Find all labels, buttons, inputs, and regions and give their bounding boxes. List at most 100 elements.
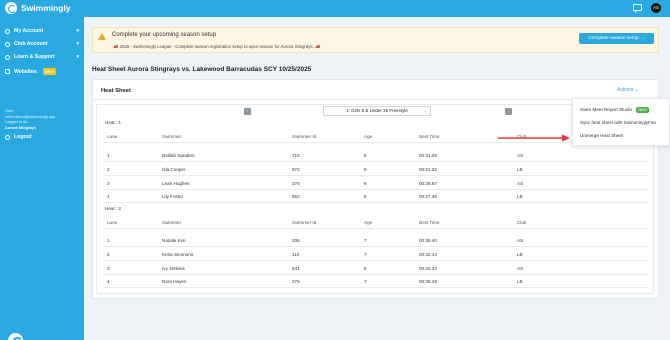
chevron-down-icon: ⌄ (423, 108, 427, 113)
column-header: Lane (107, 220, 118, 225)
sidebar-item-learn-support[interactable]: Learn & Support ▾ (5, 54, 79, 60)
chevron-down-icon: ▾ (76, 54, 79, 60)
banner-title: Complete your upcoming season setup (112, 32, 217, 38)
top-bar: Swimmingly AS (0, 0, 670, 17)
swimmingly-logo-icon (5, 2, 17, 14)
users-icon (5, 41, 10, 47)
age-cell: 8 (364, 194, 367, 199)
sidebar-item-websites[interactable]: Websites NEW (5, 68, 79, 75)
best-time-cell: 00:36.18 (419, 279, 437, 284)
new-badge: NEW (42, 68, 57, 75)
logout-button[interactable]: Logout (5, 134, 79, 140)
help-icon (5, 54, 10, 60)
page-title: Heat Sheet Aurora Stingrays vs. Lakewood… (92, 66, 312, 73)
avatar[interactable]: AS (651, 3, 661, 13)
age-cell: 8 (364, 167, 367, 172)
chat-icon[interactable] (633, 4, 642, 13)
best-time-cell: 00:32.14 (419, 252, 437, 257)
user-icon (5, 28, 10, 34)
lane-cell: 3 (107, 266, 110, 271)
swimmer-id-cell: 715 (292, 153, 300, 158)
actions-dropdown: Swim Meet Report Studio NEW Sync heat sh… (572, 98, 670, 146)
column-header: Club (517, 220, 527, 225)
previous-event-button[interactable]: ‹ (244, 108, 251, 115)
sidebar-item-club-account[interactable]: Club Account ▾ (5, 41, 79, 47)
user-info: User: hello+demo@swimmingly.app Logged i… (5, 109, 55, 131)
menu-item-swim-meet-report-studio[interactable]: Swim Meet Report Studio NEW (580, 107, 649, 113)
heat-label: Heat : 2 (105, 206, 122, 211)
best-time-cell: 00:31.09 (419, 153, 437, 158)
swimmer-id-cell: 872 (292, 167, 300, 172)
table-row: 4 Nora Hayes 078 7 00:36.18 LB (103, 275, 648, 288)
column-header: Age (364, 134, 373, 139)
sidebar-item-label: Websites (14, 68, 37, 75)
best-time-cell: 00:21.32 (419, 167, 437, 172)
club-cell: LB (517, 194, 523, 199)
best-time-cell: 00:27.46 (419, 194, 437, 199)
annotation-arrow (498, 134, 570, 142)
table-row: 3 Leah Hughes 276 8 00:28.67 AS (103, 177, 648, 190)
actions-menu-button[interactable]: Actions ⌄ (617, 87, 639, 93)
app-name: Swimmingly (21, 3, 71, 13)
column-header: Swimmer Id (292, 134, 317, 139)
new-badge: NEW (636, 107, 649, 113)
age-cell: 8 (364, 266, 367, 271)
app-logo[interactable]: Swimmingly (5, 2, 71, 14)
chevron-down-icon: ▾ (76, 41, 79, 47)
swimmer-cell: Lily Foster (162, 194, 184, 199)
club-cell: AS (517, 181, 524, 186)
user-club: Aurora Stingrays (5, 125, 36, 130)
complete-season-setup-button[interactable]: Complete season setup → (579, 33, 654, 44)
table-row: 1 Delilah Sanders 715 8 00:31.09 AS (103, 149, 648, 162)
swimmer-cell: Nora Hayes (162, 279, 187, 284)
actions-label: Actions (617, 87, 634, 93)
age-cell: 7 (364, 279, 367, 284)
chevron-down-icon: ▾ (76, 28, 79, 34)
banner-subtitle: 📣 2026 - Swimmingly League - Complete se… (113, 44, 320, 50)
club-cell: LB (517, 167, 523, 172)
lane-cell: 4 (107, 279, 110, 284)
sidebar-item-my-account[interactable]: My Account ▾ (5, 28, 79, 34)
swimmer-cell: Keira Simmons (162, 252, 194, 257)
logout-label: Logout (14, 134, 32, 140)
sidebar-item-label: Learn & Support (14, 54, 55, 60)
swimmer-id-cell: 078 (292, 279, 300, 284)
swimmer-cell: Ivy Jenkins (162, 266, 185, 271)
menu-item-sync-heat-sheet[interactable]: Sync heat sheet with SwimminglyFan (580, 120, 656, 125)
table-row: 2 Isla Cooper 872 8 00:21.32 LB (103, 163, 648, 176)
event-select[interactable]: 1: Girls 8 & Under 25 Freestyle ⌄ (323, 106, 431, 116)
banner-subtitle-text: 2026 - Swimmingly League - Complete seas… (119, 44, 314, 49)
column-header: Best Time (419, 134, 440, 139)
button-label: Complete season setup (588, 36, 639, 41)
sidebar-item-label: My Account (14, 28, 44, 34)
club-cell: LB (517, 279, 523, 284)
best-time-cell: 00:28.67 (419, 181, 437, 186)
swimmer-id-cell: 110 (292, 252, 300, 257)
megaphone-icon: 📣 (314, 44, 321, 49)
column-header: Lane (107, 134, 118, 139)
heat-label: Heat : 1 (105, 120, 122, 125)
logout-icon (5, 134, 10, 140)
menu-item-unmerge-heat-sheet[interactable]: Unmerge Heat Sheet (580, 133, 623, 138)
next-event-button[interactable]: › (505, 108, 512, 115)
chevron-down-icon: ⌄ (634, 87, 639, 93)
table-row: 3 Ivy Jenkins 541 8 00:33.33 AS (103, 262, 648, 275)
age-cell: 8 (364, 153, 367, 158)
age-cell: 8 (364, 181, 367, 186)
best-time-cell: 00:38.40 (419, 238, 437, 243)
best-time-cell: 00:33.33 (419, 266, 437, 271)
column-header: Swimmer (162, 134, 182, 139)
lane-cell: 1 (107, 153, 110, 158)
heat-sheet-content: ‹ 1: Girls 8 & Under 25 Freestyle ⌄ › He… (96, 104, 654, 294)
swimmer-cell: Isla Cooper (162, 167, 186, 172)
sidebar-item-label: Club Account (14, 41, 48, 47)
swimmer-cell: Leah Hughes (162, 181, 190, 186)
swimmer-id-cell: 652 (292, 194, 300, 199)
event-select-value: 1: Girls 8 & Under 25 Freestyle (346, 108, 408, 113)
swimmer-cell: Natalie Kim (162, 238, 186, 243)
lane-cell: 4 (107, 194, 110, 199)
column-header: Best Time (419, 220, 440, 225)
club-cell: AS (517, 266, 524, 271)
arrow-right-icon: → (639, 36, 645, 41)
swimmingly-logo-icon[interactable] (8, 333, 23, 340)
